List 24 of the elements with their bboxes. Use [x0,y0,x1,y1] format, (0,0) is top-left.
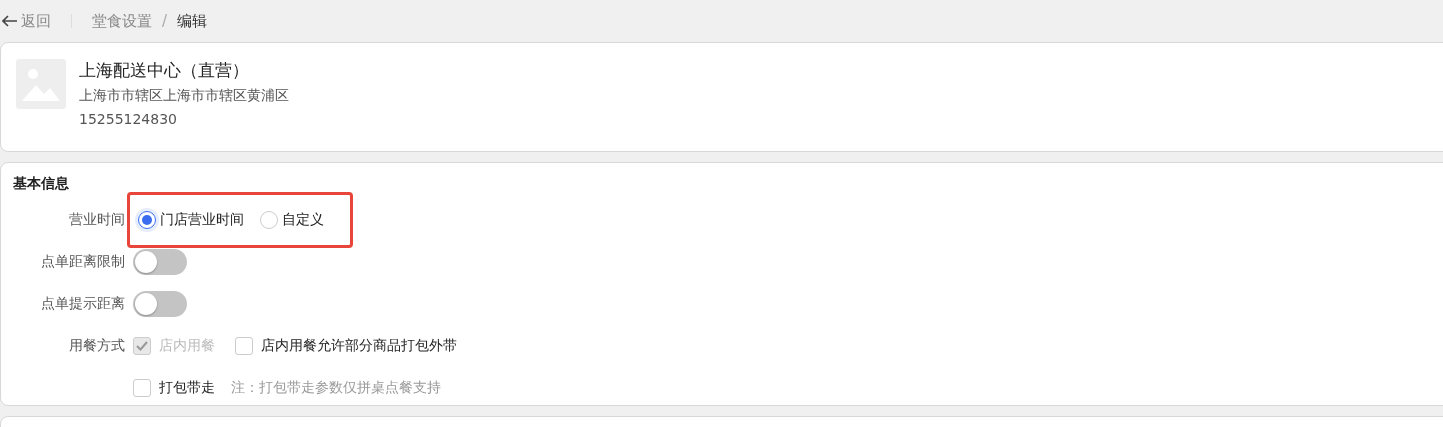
store-address: 上海市市辖区上海市市辖区黄浦区 [79,87,289,105]
store-name: 上海配送中心（直营） [79,59,250,82]
checkbox[interactable] [133,379,151,397]
radio-label: 自定义 [282,211,324,229]
toggle-switch[interactable] [133,249,187,275]
breadcrumb-item: 编辑 [177,11,208,31]
note-text: 注：打包带走参数仅拼桌点餐支持 [231,379,441,397]
checkbox-label: 店内用餐 [159,337,215,355]
back-arrow-icon [2,15,18,27]
checkbox[interactable] [235,337,253,355]
field-label: 点单提示距离 [40,295,125,313]
checkbox-label: 店内用餐允许部分商品打包外带 [261,337,457,355]
breadcrumb-item[interactable]: 堂食设置 [92,11,152,31]
store-phone: 15255124830 [79,111,178,129]
back-link[interactable]: 返回 [2,11,51,31]
toggle-switch[interactable] [133,291,187,317]
radio-button[interactable] [138,211,156,229]
field-label: 用餐方式 [68,337,125,355]
field-label: 营业时间 [68,211,125,229]
section-title: 基本信息 [13,175,70,193]
breadcrumb-separator: / [162,12,168,30]
radio-label: 门店营业时间 [160,211,244,229]
checkbox-label: 打包带走 [159,379,215,397]
field-label: 点单距离限制 [40,253,125,271]
